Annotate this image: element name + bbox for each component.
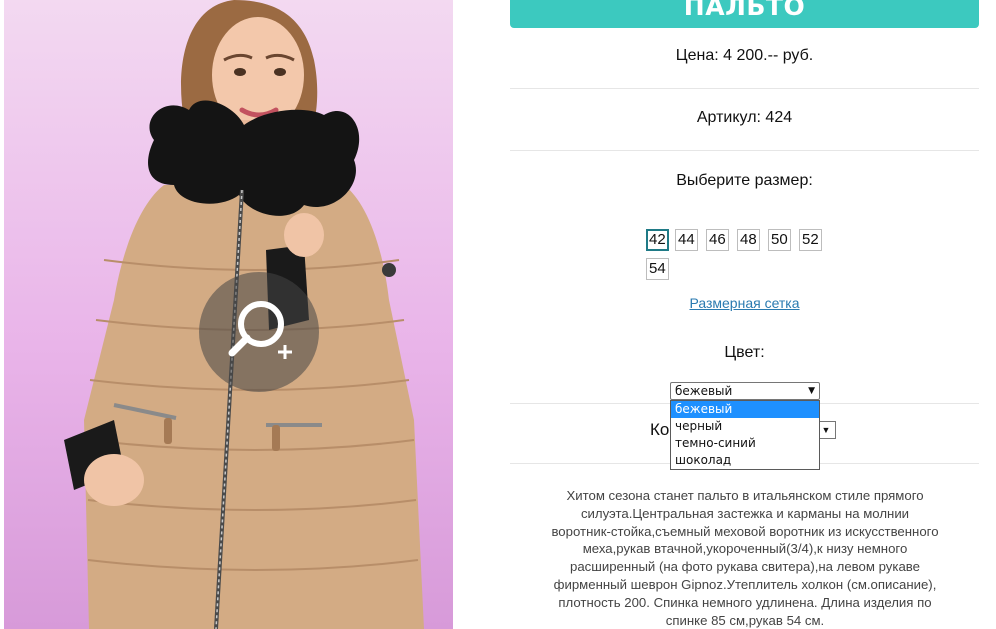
size-chart-link[interactable]: Размерная сетка: [510, 295, 979, 311]
size-option-42[interactable]: 42: [646, 229, 669, 251]
color-dropdown-list[interactable]: бежевый черный темно-синий шоколад: [670, 400, 820, 470]
size-option-54[interactable]: 54: [646, 258, 669, 280]
product-title: ПАЛЬТО: [683, 0, 806, 21]
zoom-in-icon: [228, 301, 292, 359]
color-select-value: бежевый: [675, 384, 733, 398]
article-value: 424: [765, 109, 793, 126]
zoom-overlay[interactable]: [199, 272, 319, 392]
color-option-black[interactable]: черный: [671, 418, 819, 435]
color-option-navy[interactable]: темно-синий: [671, 435, 819, 452]
color-option-beige[interactable]: бежевый: [671, 401, 819, 418]
color-option-chocolate[interactable]: шоколад: [671, 452, 819, 469]
color-select[interactable]: бежевый ▼: [670, 382, 820, 400]
size-option-44[interactable]: 44: [675, 229, 698, 251]
product-photo[interactable]: [4, 0, 453, 629]
triangle-down-icon: ▼: [808, 386, 815, 396]
product-title-bar: ПАЛЬТО: [510, 0, 979, 28]
quantity-label: Ко: [650, 420, 670, 439]
price-value: 4 200.-- руб.: [723, 47, 814, 64]
product-info-panel: ПАЛЬТО Цена: 4 200.-- руб. Артикул: 42 4 …: [510, 0, 979, 629]
article-row: Артикул: 424: [510, 109, 979, 127]
size-option-46[interactable]: 46: [706, 229, 729, 251]
size-label: Выберите размер:: [676, 172, 813, 189]
price-row: Цена: 4 200.-- руб.: [510, 47, 979, 65]
size-option-50[interactable]: 50: [768, 229, 791, 251]
color-label: Цвет:: [724, 344, 765, 361]
product-description: Хитом сезона станет пальто в итальянском…: [551, 488, 939, 628]
size-option-52[interactable]: 52: [799, 229, 822, 251]
size-option-48[interactable]: 48: [737, 229, 760, 251]
divider: [510, 150, 979, 151]
divider: [510, 88, 979, 89]
price-label: Цена:: [675, 47, 724, 64]
triangle-down-icon: ▼: [821, 425, 831, 435]
article-label: Артикул:: [696, 109, 766, 126]
